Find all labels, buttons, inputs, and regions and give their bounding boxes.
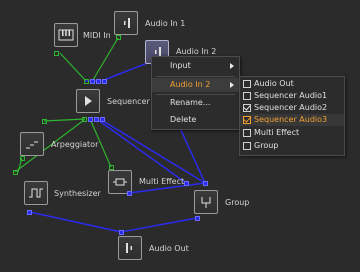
piano-keys-icon <box>58 29 74 41</box>
synthesizer-node[interactable] <box>24 181 48 205</box>
audio-input-icon <box>124 18 130 28</box>
midi-in-label: MIDI In <box>83 31 111 40</box>
menu-item-delete[interactable]: Delete <box>152 113 239 127</box>
audio-output-icon <box>126 243 132 253</box>
effect-box-icon <box>113 178 127 186</box>
audio-in-1-node[interactable] <box>114 11 138 35</box>
submenu-item-label: Sequencer Audio3 <box>254 115 328 124</box>
menu-item-rename-label: Rename... <box>170 98 211 107</box>
checkbox-checked[interactable] <box>243 103 251 112</box>
audio-out-node[interactable] <box>118 236 142 260</box>
multi-effect-output-port[interactable] <box>127 191 132 196</box>
checkbox[interactable] <box>243 129 251 137</box>
group-merge-icon <box>201 197 211 208</box>
submenu-item-label: Multi Effect <box>254 128 300 137</box>
audio-in-2-label: Audio In 2 <box>176 47 217 56</box>
group-input-port-1[interactable] <box>184 181 189 186</box>
group-node[interactable] <box>194 190 218 214</box>
menu-item-input[interactable]: Input <box>152 59 239 73</box>
multi-effect-label: Multi Effect <box>139 177 185 186</box>
wire-midi-to-sequencer <box>59 52 87 82</box>
wire-synth-to-audioout <box>29 211 122 233</box>
menu-item-audio-in-2[interactable]: Audio In 2 <box>152 78 239 92</box>
checkbox[interactable] <box>243 80 251 88</box>
checkmark-icon <box>243 115 251 123</box>
submenu-item-label: Sequencer Audio1 <box>254 91 328 100</box>
sequencer-input-port-2[interactable] <box>96 79 101 84</box>
wire-audioin1-to-sequencer <box>92 37 119 81</box>
context-menu: Input Audio In 2 Rename... Delete <box>151 56 240 130</box>
midi-in-node[interactable] <box>54 23 78 47</box>
menu-item-rename[interactable]: Rename... <box>152 96 239 110</box>
play-icon <box>85 96 92 106</box>
submenu-item-audio-out[interactable]: Audio Out <box>240 78 344 90</box>
audio-out-label: Audio Out <box>149 244 189 253</box>
menu-item-audio-in-2-label: Audio In 2 <box>170 80 211 89</box>
wire-audioin2-to-sequencer <box>103 61 151 81</box>
checkbox-checked[interactable] <box>243 115 251 124</box>
sequencer-input-port-1[interactable] <box>90 79 95 84</box>
synthesizer-label: Synthesizer <box>54 189 101 198</box>
checkbox[interactable] <box>243 142 251 150</box>
submenu-arrow-icon <box>230 82 234 88</box>
menu-separator <box>156 76 235 77</box>
submenu-item-group[interactable]: Group <box>240 140 344 152</box>
sequencer-node[interactable] <box>76 89 100 113</box>
submenu-item-sequencer-audio1[interactable]: Sequencer Audio1 <box>240 90 344 102</box>
sequencer-output-port-2[interactable] <box>88 117 93 122</box>
wire-sequencer-to-arpeggiator <box>43 118 86 122</box>
checkbox[interactable] <box>243 92 251 100</box>
submenu-item-label: Group <box>254 141 279 150</box>
sequencer-label: Sequencer <box>107 97 150 106</box>
arpeggiator-label: Arpeggiator <box>51 140 99 149</box>
arpeggiator-input-port[interactable] <box>42 119 47 124</box>
sequencer-input-port-3[interactable] <box>102 79 107 84</box>
sequencer-output-port-4[interactable] <box>100 117 105 122</box>
sequencer-control-port-1[interactable] <box>84 79 89 84</box>
audio-in-1-port[interactable] <box>116 35 121 40</box>
group-label: Group <box>225 198 250 207</box>
synthesizer-control-port[interactable] <box>13 170 18 175</box>
audio-in-1-label: Audio In 1 <box>145 19 186 28</box>
menu-separator <box>156 94 235 95</box>
submenu-item-sequencer-audio2[interactable]: Sequencer Audio2 <box>240 102 344 114</box>
submenu-outputs: Audio Out Sequencer Audio1 Sequencer Aud… <box>239 76 345 156</box>
sequencer-output-port-3[interactable] <box>94 117 99 122</box>
synthesizer-output-port[interactable] <box>27 210 32 215</box>
menu-item-delete-label: Delete <box>170 115 197 124</box>
wire-group-to-audioout <box>120 217 198 233</box>
arpeggiator-node[interactable] <box>20 132 44 156</box>
node-graph-canvas[interactable]: MIDI In Audio In 1 Audio In 2 Sequencer <box>0 0 360 272</box>
group-input-port-2[interactable] <box>203 181 208 186</box>
submenu-arrow-icon <box>230 63 234 69</box>
group-output-port[interactable] <box>195 216 200 221</box>
audio-out-input-port[interactable] <box>119 230 124 235</box>
sequencer-output-port-1[interactable] <box>82 117 87 122</box>
submenu-item-label: Sequencer Audio2 <box>254 103 328 112</box>
checkmark-icon <box>243 103 251 111</box>
arpeggiator-output-port[interactable] <box>20 156 25 161</box>
midi-in-port[interactable] <box>54 51 59 56</box>
square-wave-icon <box>29 188 43 198</box>
arpeggio-steps-icon <box>26 141 38 149</box>
submenu-item-sequencer-audio3[interactable]: Sequencer Audio3 <box>240 114 344 126</box>
submenu-item-label: Audio Out <box>254 79 294 88</box>
menu-item-input-label: Input <box>170 61 191 70</box>
submenu-item-multi-effect[interactable]: Multi Effect <box>240 127 344 139</box>
